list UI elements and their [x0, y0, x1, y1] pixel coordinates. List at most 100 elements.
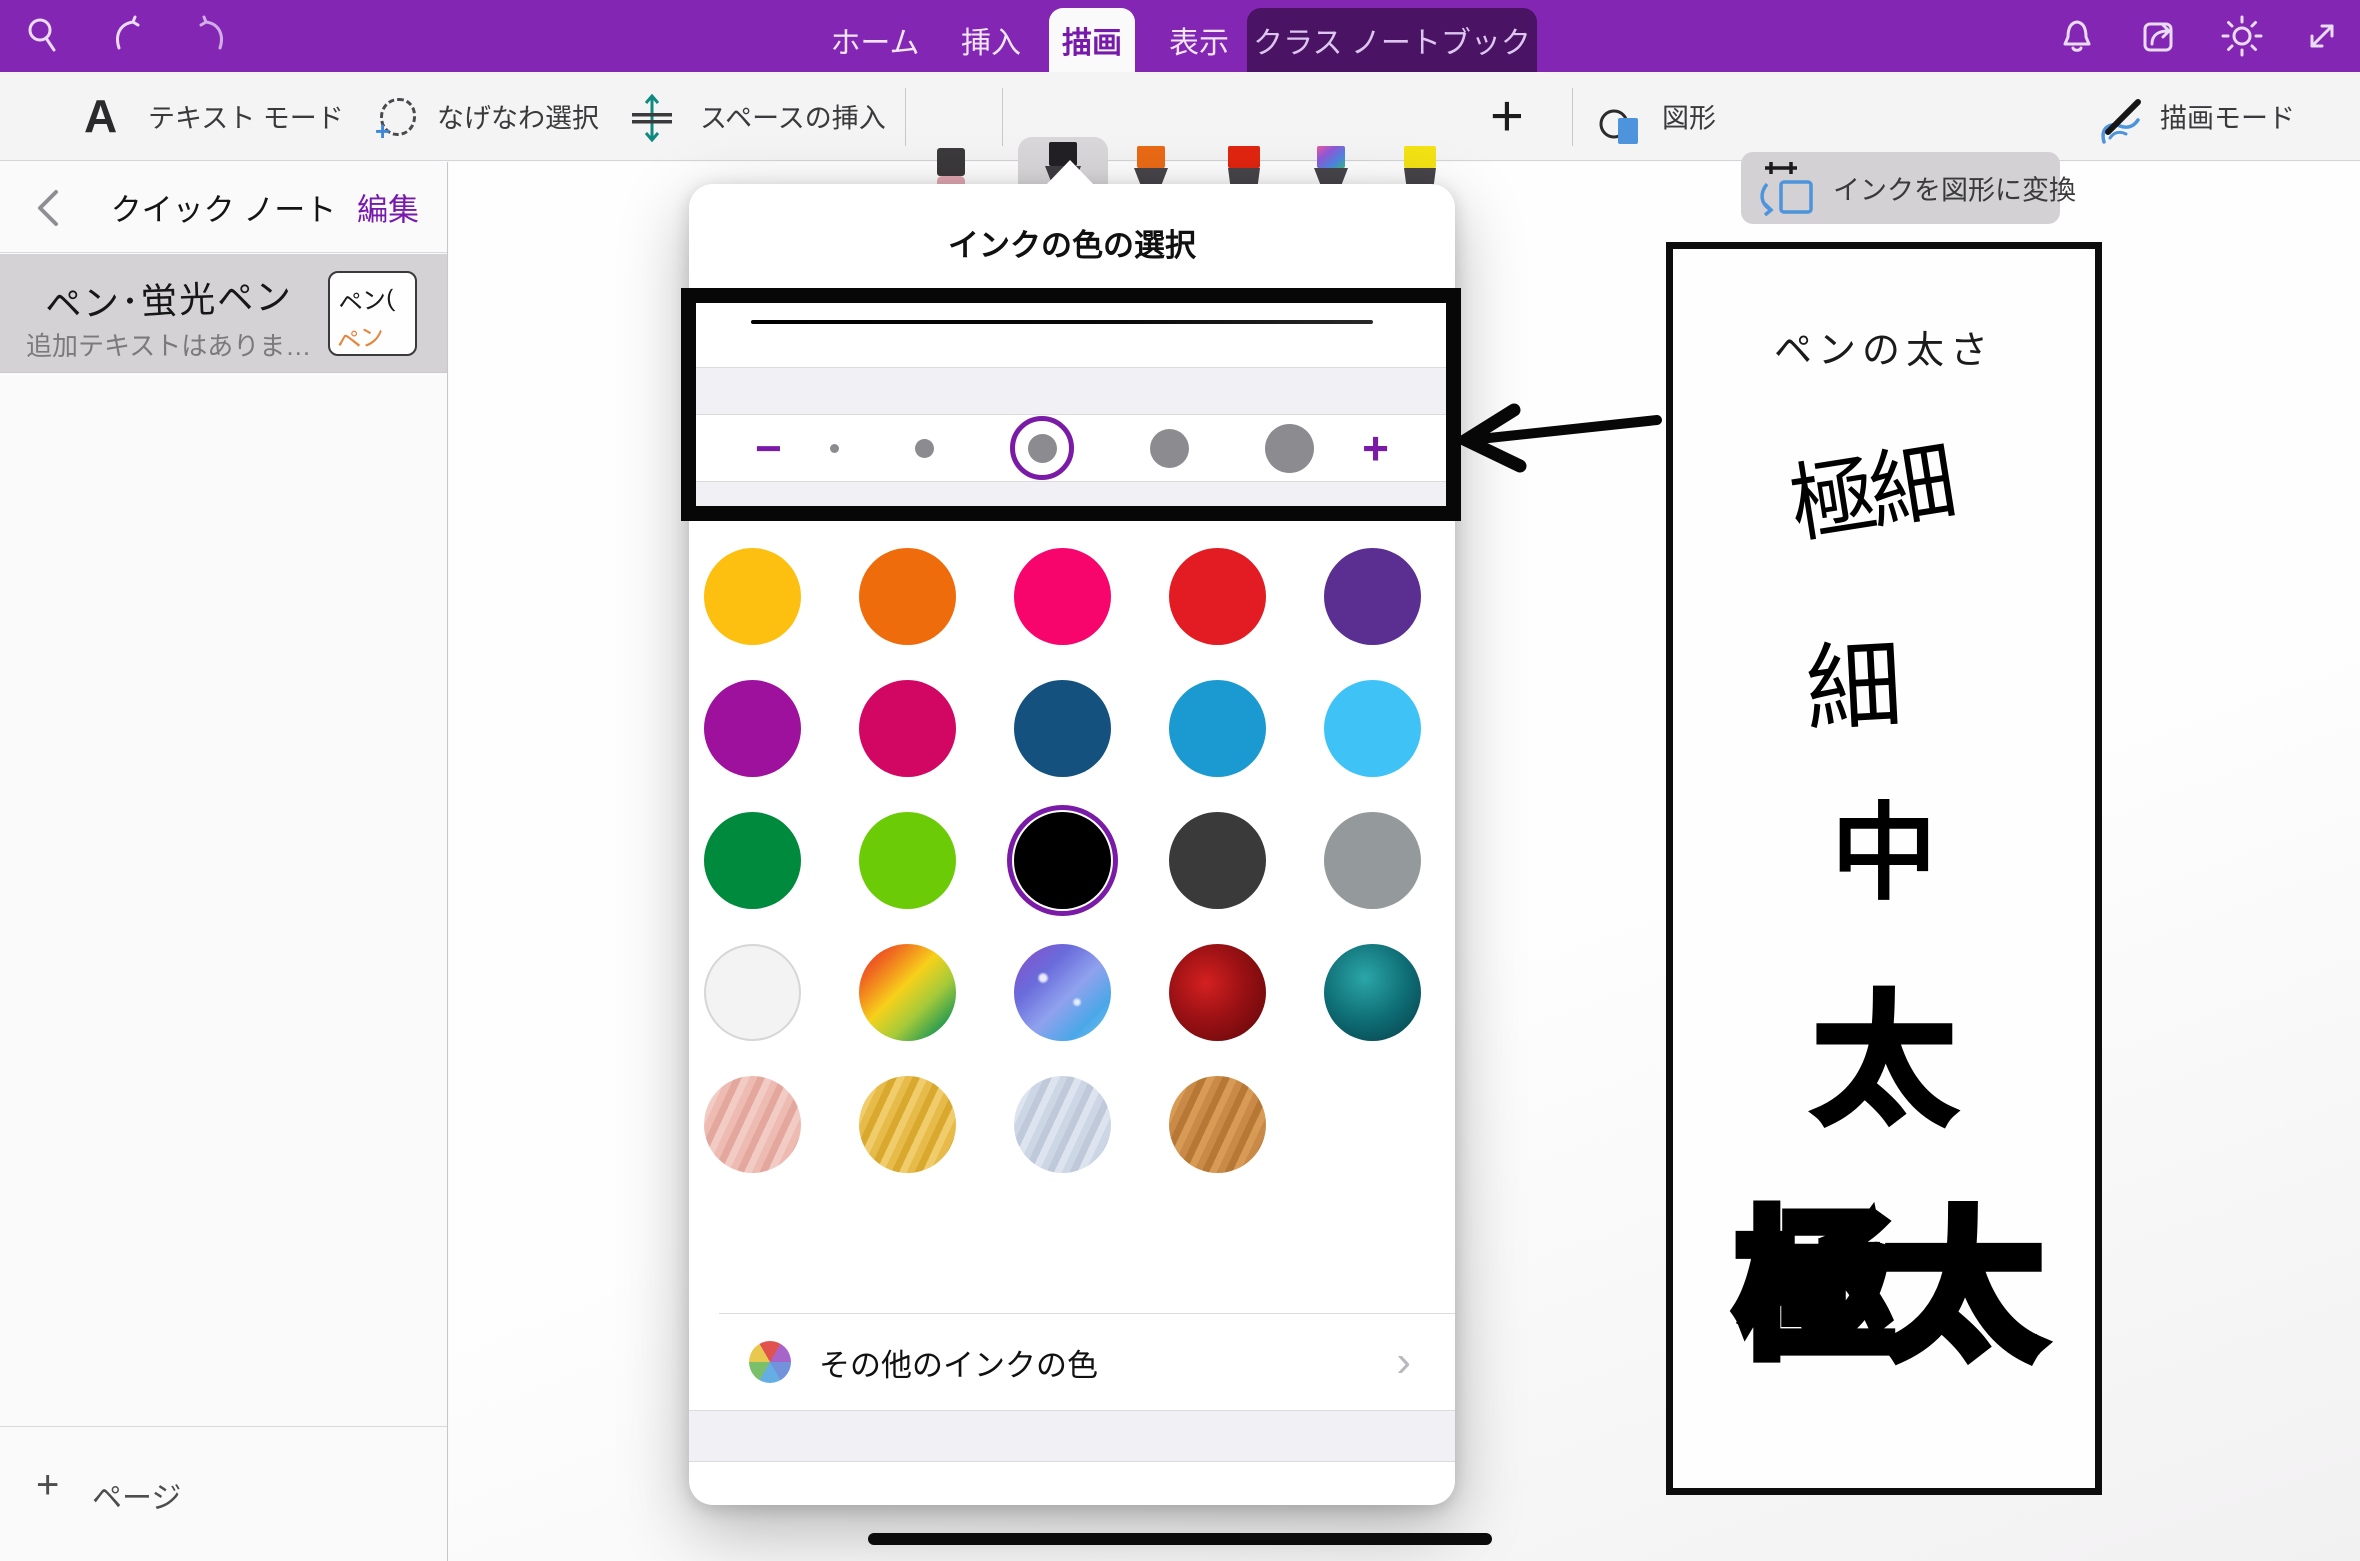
thickness-dot[interactable]	[1028, 434, 1057, 463]
notifications-bell-icon[interactable]	[2055, 14, 2099, 58]
share-icon[interactable]	[2138, 14, 2182, 58]
pen-thickness-ink-box: ペンの太さ 極細細中太極太	[1666, 242, 2102, 1495]
color-wheel-icon	[749, 1341, 791, 1383]
color-swatch-yellow[interactable]	[704, 548, 801, 645]
page-list-sidebar: クイック ノート 編集 ペン･蛍光ペン 追加テキストはありま… ペン( ペン +…	[0, 162, 448, 1561]
color-swatch-gray[interactable]	[1324, 812, 1421, 909]
add-page-button[interactable]: + ページ	[0, 1426, 447, 1561]
color-swatch-black[interactable]	[1014, 812, 1111, 909]
tab-insert[interactable]: 挿入	[945, 8, 1037, 72]
lasso-select-button[interactable]: なげなわ選択	[437, 97, 599, 136]
ink-to-shape-label: インクを図形に変換	[1833, 169, 2076, 208]
thumb-ink-orange: ペン	[333, 315, 386, 356]
color-swatch-white[interactable]	[704, 944, 801, 1041]
color-swatch-green[interactable]	[704, 812, 801, 909]
top-bar: ホーム 挿入 描画 表示 クラス ノートブック	[0, 0, 2360, 72]
edit-button[interactable]: 編集	[357, 185, 419, 230]
page-item-subtitle: 追加テキストはありま…	[26, 326, 311, 363]
shapes-button[interactable]: 図形	[1662, 97, 1716, 136]
text-mode-button[interactable]: テキスト モード	[148, 97, 344, 136]
color-swatch-galaxy[interactable]	[1014, 944, 1111, 1041]
plus-icon: +	[36, 1463, 59, 1508]
ink-to-shape-button[interactable]: インクを図形に変換	[1741, 152, 2060, 224]
draw-mode-icon	[2090, 98, 2150, 150]
color-swatch-purple[interactable]	[1324, 548, 1421, 645]
add-pen-button[interactable]: +	[1490, 83, 1524, 150]
color-swatch-dark-pink[interactable]	[859, 680, 956, 777]
page-item-title: ペン･蛍光ペン	[33, 267, 305, 328]
color-swatch-rainbow-glitter[interactable]	[859, 944, 956, 1041]
thickness-decrease-button[interactable]: −	[755, 425, 782, 471]
color-swatch-gold[interactable]	[859, 1076, 956, 1173]
thickness-controls: − +	[689, 415, 1455, 481]
draw-mode-button[interactable]: 描画モード	[2160, 97, 2295, 136]
ink-color-popover: インクの色の選択 − + その他のインクの色 ›	[689, 184, 1455, 1505]
color-swatch-teal-marble[interactable]	[1324, 944, 1421, 1041]
page-thumbnail: ペン( ペン	[328, 271, 417, 356]
text-mode-icon: A	[84, 89, 117, 143]
thickness-dot-selected[interactable]	[1010, 416, 1074, 480]
color-swatch-navy[interactable]	[1014, 680, 1111, 777]
chevron-right-icon: ›	[1396, 1337, 1411, 1387]
thickness-increase-button[interactable]: +	[1362, 425, 1389, 471]
color-swatch-red-marble[interactable]	[1169, 944, 1266, 1041]
color-swatch-red[interactable]	[1169, 548, 1266, 645]
undo-icon[interactable]	[105, 14, 149, 58]
tab-draw[interactable]: 描画	[1049, 8, 1135, 72]
color-swatch-rose-gold[interactable]	[704, 1076, 801, 1173]
ink-to-shape-icon	[1757, 160, 1819, 218]
band	[689, 481, 1455, 508]
color-swatch-grid	[689, 548, 1455, 1173]
selected-color-ring	[1007, 805, 1118, 916]
swatch-row	[689, 548, 1455, 645]
page-list-item-selected[interactable]: ペン･蛍光ペン 追加テキストはありま… ペン( ペン	[0, 254, 447, 373]
insert-space-button[interactable]: スペースの挿入	[700, 97, 886, 136]
toolbar-divider	[1002, 88, 1003, 146]
thickness-dot-list	[830, 416, 1314, 480]
swatch-row	[689, 944, 1455, 1041]
tab-view[interactable]: 表示	[1158, 8, 1240, 72]
thickness-dot[interactable]	[1265, 424, 1314, 473]
pen-thickness-title: ペンの太さ	[1673, 319, 2095, 374]
color-swatch-dark-gray[interactable]	[1169, 812, 1266, 909]
more-ink-colors-button[interactable]: その他のインクの色 ›	[689, 1314, 1455, 1410]
home-indicator[interactable]	[868, 1533, 1492, 1545]
settings-gear-icon[interactable]	[2220, 14, 2264, 58]
thumb-ink-black: ペン(	[336, 278, 395, 319]
color-swatch-pink[interactable]	[1014, 548, 1111, 645]
thickness-dot[interactable]	[830, 444, 839, 453]
thickness-dot[interactable]	[915, 439, 934, 458]
toolbar-divider	[1572, 88, 1573, 146]
color-swatch-blue[interactable]	[1169, 680, 1266, 777]
search-icon[interactable]	[22, 14, 66, 58]
lasso-select-icon: +	[380, 98, 416, 136]
handwriting-sample-中: 中	[1673, 801, 2095, 907]
handwriting-sample-極太: 極太	[1673, 1209, 2095, 1367]
fullscreen-expand-icon[interactable]	[2300, 14, 2344, 58]
insert-space-icon	[630, 94, 674, 142]
onenote-ipad-app: ホーム 挿入 描画 表示 クラス ノートブック A テキスト モード + なげな…	[0, 0, 2360, 1561]
color-swatch-orange[interactable]	[859, 548, 956, 645]
color-swatch-bronze[interactable]	[1169, 1076, 1266, 1173]
tab-home[interactable]: ホーム	[820, 8, 930, 72]
sidebar-header: クイック ノート 編集	[0, 162, 447, 253]
thickness-dot[interactable]	[1150, 429, 1189, 468]
redo-icon[interactable]	[190, 14, 234, 58]
tab-class-notebook[interactable]: クラス ノートブック	[1247, 8, 1537, 72]
swatch-row	[689, 812, 1455, 909]
popover-title: インクの色の選択	[689, 220, 1455, 265]
handwriting-sample-極細: 極細	[1655, 419, 2085, 570]
color-swatch-light-blue[interactable]	[1324, 680, 1421, 777]
stroke-preview	[751, 320, 1373, 324]
toolbar-divider	[905, 88, 906, 146]
popover-caret	[1045, 160, 1095, 186]
shapes-icon	[1596, 104, 1648, 148]
color-swatch-light-green[interactable]	[859, 812, 956, 909]
swatch-row	[689, 1076, 1455, 1173]
color-swatch-magenta[interactable]	[704, 680, 801, 777]
add-page-label: ページ	[92, 1473, 181, 1517]
band	[689, 1410, 1455, 1462]
draw-toolbar: A テキスト モード + なげなわ選択 スペースの挿入 ⌄	[0, 72, 2360, 161]
color-swatch-silver[interactable]	[1014, 1076, 1111, 1173]
more-ink-colors-label: その他のインクの色	[819, 1340, 1098, 1385]
